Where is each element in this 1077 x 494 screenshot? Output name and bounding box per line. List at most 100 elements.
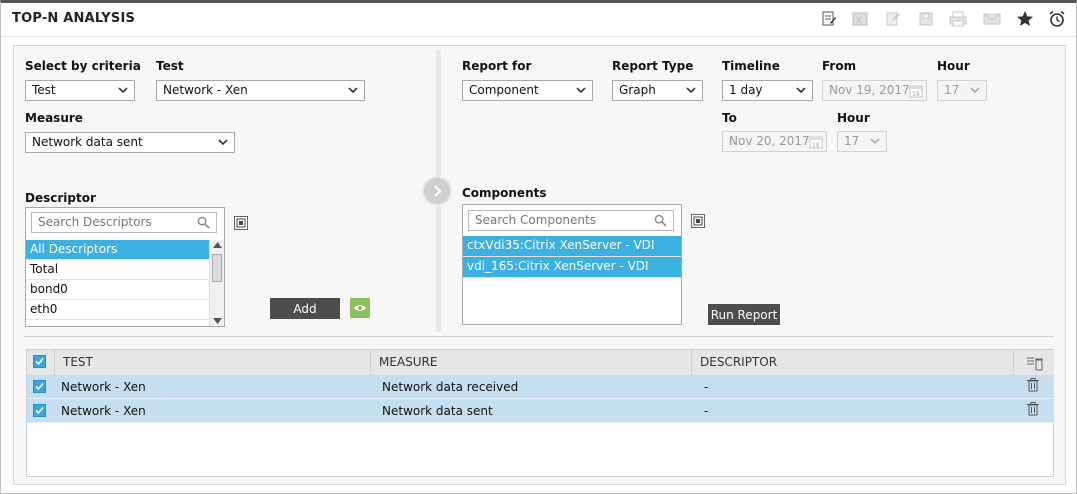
selection-table: TEST MEASURE DESCRIPTOR Network - Xen Ne… xyxy=(26,349,1054,477)
analysis-panel: Select by criteria Test Test Network - X… xyxy=(13,45,1066,485)
descriptor-list: Search Descriptors All Descriptors Total… xyxy=(25,207,225,327)
column-header-test[interactable]: TEST xyxy=(55,350,371,375)
row-checkbox[interactable] xyxy=(33,380,46,393)
from-hour-label: Hour xyxy=(937,59,970,73)
list-item[interactable]: bond0 xyxy=(26,280,209,300)
page-title: TOP-N ANALYSIS xyxy=(12,11,136,26)
test-select[interactable]: Network - Xen xyxy=(156,80,365,101)
excel-icon[interactable]: X xyxy=(850,10,870,28)
report-type-select-value: Graph xyxy=(619,83,656,97)
svg-text:X: X xyxy=(856,16,862,26)
descriptor-scrollbar[interactable] xyxy=(209,240,224,326)
measure-label: Measure xyxy=(25,111,83,125)
measure-select-value: Network data sent xyxy=(32,135,143,149)
timeline-select-value: 1 day xyxy=(729,83,763,97)
chevron-down-icon xyxy=(686,87,696,94)
to-hour-select[interactable]: 17 xyxy=(837,131,887,152)
chevron-down-icon xyxy=(218,139,228,146)
to-hour-value: 17 xyxy=(844,134,860,148)
to-date-value: Nov 20, 2017 xyxy=(729,134,810,148)
collapse-arrow-button[interactable] xyxy=(422,176,452,206)
timeline-label: Timeline xyxy=(722,59,780,73)
search-icon xyxy=(654,214,667,227)
list-item[interactable]: ctxVdi35:Citrix XenServer - VDI xyxy=(463,236,681,257)
from-hour-select[interactable]: 17 xyxy=(937,80,987,101)
trash-icon[interactable] xyxy=(1027,402,1039,416)
table-row[interactable]: Network - Xen Network data received - xyxy=(27,375,1054,399)
descriptor-search-placeholder: Search Descriptors xyxy=(38,215,152,229)
to-date-input[interactable]: Nov 20, 2017 18 xyxy=(722,131,827,152)
chevron-down-icon xyxy=(118,87,128,94)
report-type-label: Report Type xyxy=(612,59,694,73)
report-type-select[interactable]: Graph xyxy=(612,80,703,101)
components-label: Components xyxy=(462,186,547,200)
to-hour-label: Hour xyxy=(837,111,870,125)
row-test: Network - Xen xyxy=(61,404,146,418)
svg-text:18: 18 xyxy=(812,142,820,149)
timeline-select[interactable]: 1 day xyxy=(722,80,813,101)
chevron-down-icon xyxy=(870,138,880,145)
expand-icon[interactable] xyxy=(691,214,705,228)
from-date-value: Nov 19, 2017 xyxy=(829,83,910,97)
components-list: Search Components ctxVdi35:Citrix XenSer… xyxy=(462,204,682,325)
export-icon[interactable] xyxy=(883,10,903,28)
criteria-select[interactable]: Test xyxy=(25,80,135,101)
header-action-cell xyxy=(1014,350,1054,375)
alarm-clock-icon[interactable] xyxy=(1047,10,1067,28)
chevron-down-icon xyxy=(576,87,586,94)
calendar-icon[interactable]: 18 xyxy=(809,135,823,149)
measure-select[interactable]: Network data sent xyxy=(25,132,235,153)
row-measure: Network data received xyxy=(382,380,519,394)
column-header-descriptor[interactable]: DESCRIPTOR xyxy=(692,350,1014,375)
list-item[interactable]: Total xyxy=(26,260,209,280)
scrollbar-thumb[interactable] xyxy=(212,254,222,282)
column-header-measure[interactable]: MEASURE xyxy=(371,350,692,375)
mail-icon[interactable] xyxy=(982,10,1002,28)
from-hour-value: 17 xyxy=(944,83,960,97)
report-for-label: Report for xyxy=(462,59,532,73)
calendar-icon[interactable]: 18 xyxy=(909,84,923,98)
trash-icon[interactable] xyxy=(1027,378,1039,392)
components-search-placeholder: Search Components xyxy=(475,213,596,227)
chevron-down-icon xyxy=(796,87,806,94)
descriptor-search-input[interactable]: Search Descriptors xyxy=(31,212,217,233)
from-date-input[interactable]: Nov 19, 2017 18 xyxy=(822,80,927,101)
svg-text:18: 18 xyxy=(912,91,920,98)
table-row[interactable]: Network - Xen Network data sent - xyxy=(27,399,1054,423)
components-search-input[interactable]: Search Components xyxy=(468,210,674,231)
expand-icon[interactable] xyxy=(234,216,248,230)
row-measure: Network data sent xyxy=(382,404,493,418)
criteria-label: Select by criteria xyxy=(25,59,141,73)
to-label: To xyxy=(722,111,737,125)
report-for-select[interactable]: Component xyxy=(462,80,593,101)
print-icon[interactable] xyxy=(948,10,968,28)
chevron-down-icon xyxy=(970,87,980,94)
test-label: Test xyxy=(156,59,184,73)
eye-icon[interactable] xyxy=(350,298,370,318)
criteria-select-value: Test xyxy=(32,83,56,97)
report-for-select-value: Component xyxy=(469,83,539,97)
scroll-down-icon[interactable] xyxy=(213,318,222,324)
header-checkbox-cell xyxy=(27,350,55,375)
section-separator xyxy=(24,336,1054,337)
report-edit-icon[interactable] xyxy=(819,10,839,28)
descriptor-label: Descriptor xyxy=(25,191,96,205)
app-window: TOP-N ANALYSIS X Select by criteria Test… xyxy=(0,0,1077,494)
list-item[interactable]: eth0 xyxy=(26,300,209,320)
delete-all-icon[interactable] xyxy=(1026,355,1044,371)
from-label: From xyxy=(822,59,857,73)
row-descriptor: - xyxy=(704,380,709,394)
favorite-star-icon[interactable] xyxy=(1015,10,1035,28)
select-all-checkbox[interactable] xyxy=(33,355,46,368)
chevron-down-icon xyxy=(348,87,358,94)
row-test: Network - Xen xyxy=(61,380,146,394)
save-icon[interactable] xyxy=(916,10,936,28)
add-button[interactable]: Add xyxy=(270,298,340,319)
chevron-right-icon xyxy=(434,185,442,197)
row-checkbox[interactable] xyxy=(33,404,46,417)
run-report-button[interactable]: Run Report xyxy=(708,304,780,325)
list-item[interactable]: vdi_165:Citrix XenServer - VDI xyxy=(463,257,681,278)
list-item[interactable]: All Descriptors xyxy=(26,240,209,260)
scroll-up-icon[interactable] xyxy=(213,242,222,248)
header-bar: TOP-N ANALYSIS X xyxy=(1,3,1076,37)
